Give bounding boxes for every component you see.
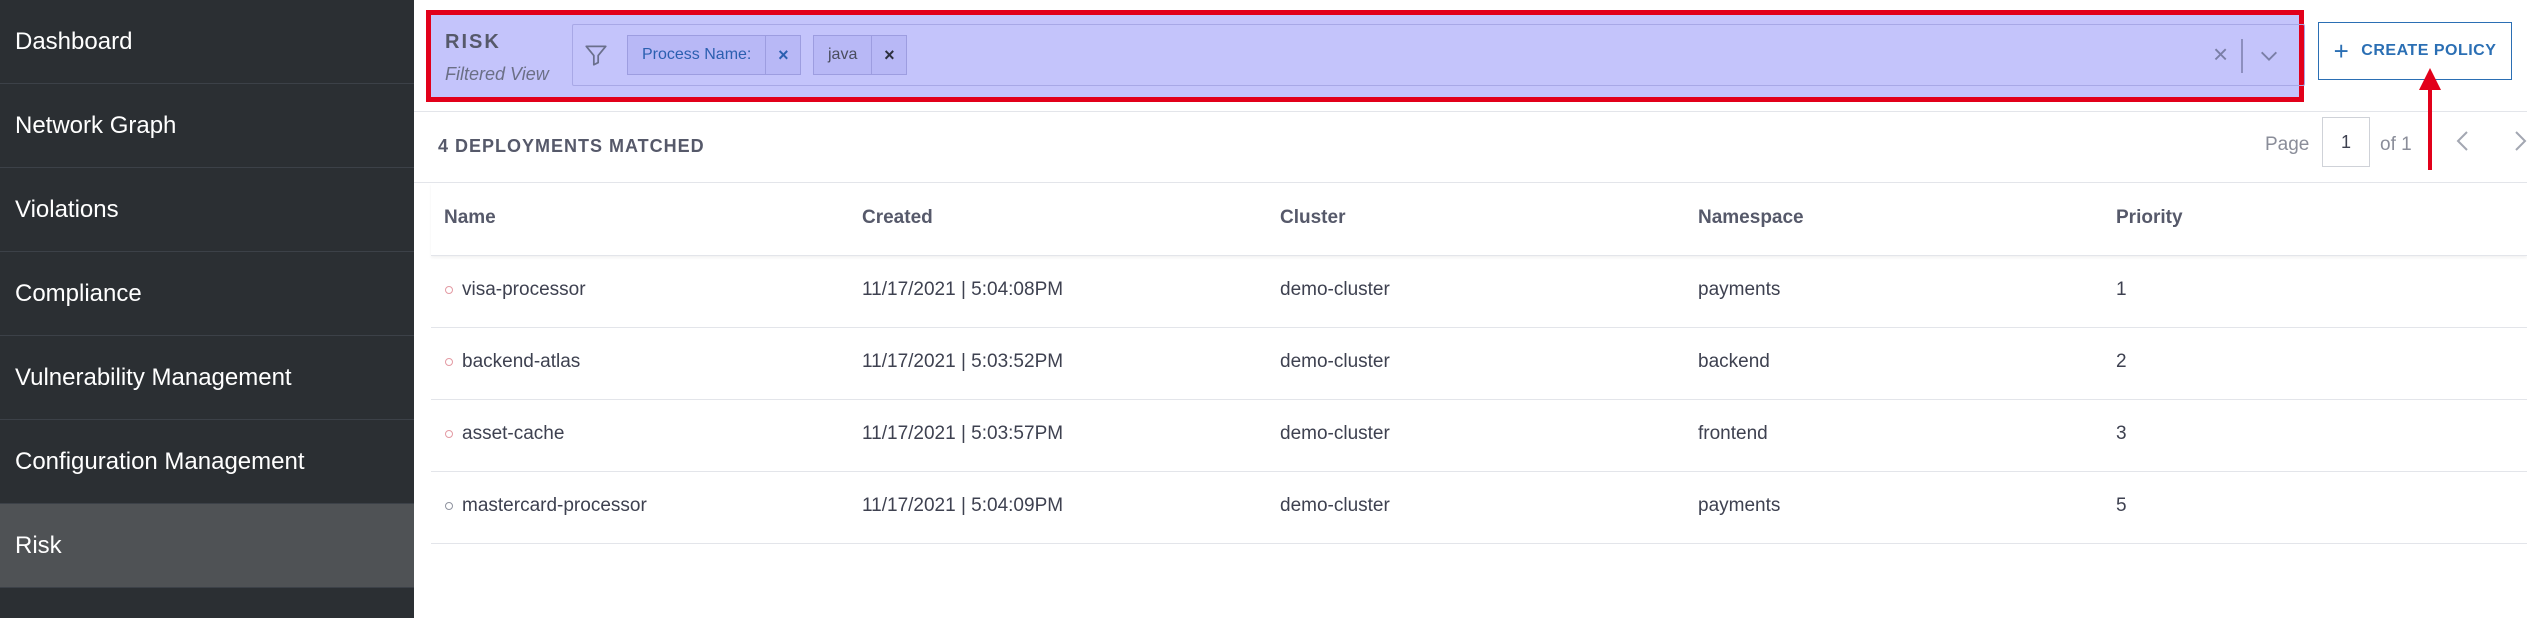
cell-priority: 3 bbox=[2116, 423, 2127, 444]
cell-created: 11/17/2021 | 5:03:57PM bbox=[862, 423, 1064, 444]
page-total-label: of 1 bbox=[2380, 134, 2412, 155]
search-filter-input[interactable]: Process Name: × java × × bbox=[572, 24, 2305, 86]
cell-created: 11/17/2021 | 5:04:09PM bbox=[862, 495, 1064, 516]
page-subtitle: Filtered View bbox=[445, 64, 549, 84]
status-dot-icon bbox=[445, 430, 453, 438]
filter-chip-label: Process Name: bbox=[642, 46, 752, 63]
status-dot-icon bbox=[445, 502, 453, 510]
cell-name: mastercard-processor bbox=[462, 495, 647, 516]
sidebar-item-configuration-management[interactable]: Configuration Management bbox=[0, 420, 414, 504]
chevron-left-icon[interactable] bbox=[2452, 129, 2476, 153]
title-block: RISK Filtered View bbox=[445, 31, 549, 85]
cell-priority: 2 bbox=[2116, 351, 2127, 372]
page-header: RISK Filtered View Process Name: × java … bbox=[414, 0, 2527, 112]
sidebar-item-vulnerability-management[interactable]: Vulnerability Management bbox=[0, 336, 414, 420]
table-row[interactable]: asset-cache 11/17/2021 | 5:03:57PM demo-… bbox=[431, 400, 2527, 472]
annotation-arrow-icon bbox=[2419, 68, 2441, 170]
cell-namespace: backend bbox=[1698, 351, 1770, 372]
sidebar-item-network-graph[interactable]: Network Graph bbox=[0, 84, 414, 168]
column-header-namespace[interactable]: Namespace bbox=[1698, 207, 1804, 229]
cell-namespace: payments bbox=[1698, 279, 1781, 300]
results-bar: 4 DEPLOYMENTS MATCHED Page 1 of 1 bbox=[414, 111, 2527, 183]
cell-cluster: demo-cluster bbox=[1280, 495, 1390, 516]
cell-namespace: frontend bbox=[1698, 423, 1768, 444]
sidebar-item-dashboard[interactable]: Dashboard bbox=[0, 0, 414, 84]
remove-chip-icon[interactable]: × bbox=[871, 36, 906, 74]
chevron-down-icon[interactable] bbox=[2258, 45, 2280, 67]
filter-chip-process-name[interactable]: Process Name: × bbox=[627, 35, 802, 75]
cell-priority: 5 bbox=[2116, 495, 2127, 516]
filter-highlight-box: RISK Filtered View Process Name: × java … bbox=[426, 10, 2305, 102]
cell-name: asset-cache bbox=[462, 423, 565, 444]
table-row[interactable]: backend-atlas 11/17/2021 | 5:03:52PM dem… bbox=[431, 328, 2527, 400]
filter-icon bbox=[585, 45, 607, 66]
deployments-table: Name Created Cluster Namespace Priority … bbox=[431, 183, 2527, 544]
chevron-right-icon[interactable] bbox=[2507, 129, 2527, 153]
sidebar-item-compliance[interactable]: Compliance bbox=[0, 252, 414, 336]
cell-name: visa-processor bbox=[462, 279, 586, 300]
plus-icon: + bbox=[2333, 36, 2350, 66]
table-header: Name Created Cluster Namespace Priority bbox=[431, 183, 2527, 256]
status-dot-icon bbox=[445, 286, 453, 294]
cell-cluster: demo-cluster bbox=[1280, 279, 1390, 300]
page-title: RISK bbox=[445, 31, 501, 53]
table-row[interactable]: visa-processor 11/17/2021 | 5:04:08PM de… bbox=[431, 256, 2527, 328]
sidebar-nav: Dashboard Network Graph Violations Compl… bbox=[0, 0, 414, 618]
filter-chip-java[interactable]: java × bbox=[813, 35, 908, 75]
sidebar-item-violations[interactable]: Violations bbox=[0, 168, 414, 252]
cell-priority: 1 bbox=[2116, 279, 2127, 300]
sidebar-item-risk[interactable]: Risk bbox=[0, 504, 414, 588]
column-header-priority[interactable]: Priority bbox=[2116, 207, 2183, 229]
table-row[interactable]: mastercard-processor 11/17/2021 | 5:04:0… bbox=[431, 472, 2527, 544]
cell-namespace: payments bbox=[1698, 495, 1781, 516]
divider bbox=[2241, 39, 2243, 73]
filter-chip-label: java bbox=[828, 46, 858, 63]
cell-cluster: demo-cluster bbox=[1280, 351, 1390, 372]
page-label: Page bbox=[2265, 134, 2310, 155]
remove-chip-icon[interactable]: × bbox=[765, 36, 800, 74]
create-policy-label: CREATE POLICY bbox=[2361, 42, 2497, 59]
cell-created: 11/17/2021 | 5:04:08PM bbox=[862, 279, 1064, 300]
cell-cluster: demo-cluster bbox=[1280, 423, 1390, 444]
column-header-cluster[interactable]: Cluster bbox=[1280, 207, 1345, 229]
cell-name: backend-atlas bbox=[462, 351, 581, 372]
cell-created: 11/17/2021 | 5:03:52PM bbox=[862, 351, 1064, 372]
status-dot-icon bbox=[445, 358, 453, 366]
column-header-created[interactable]: Created bbox=[862, 207, 933, 229]
page-number-input[interactable]: 1 bbox=[2322, 117, 2370, 167]
clear-all-icon[interactable]: × bbox=[2213, 39, 2228, 70]
column-header-name[interactable]: Name bbox=[444, 207, 496, 229]
deployments-matched-count: 4 DEPLOYMENTS MATCHED bbox=[438, 136, 705, 156]
